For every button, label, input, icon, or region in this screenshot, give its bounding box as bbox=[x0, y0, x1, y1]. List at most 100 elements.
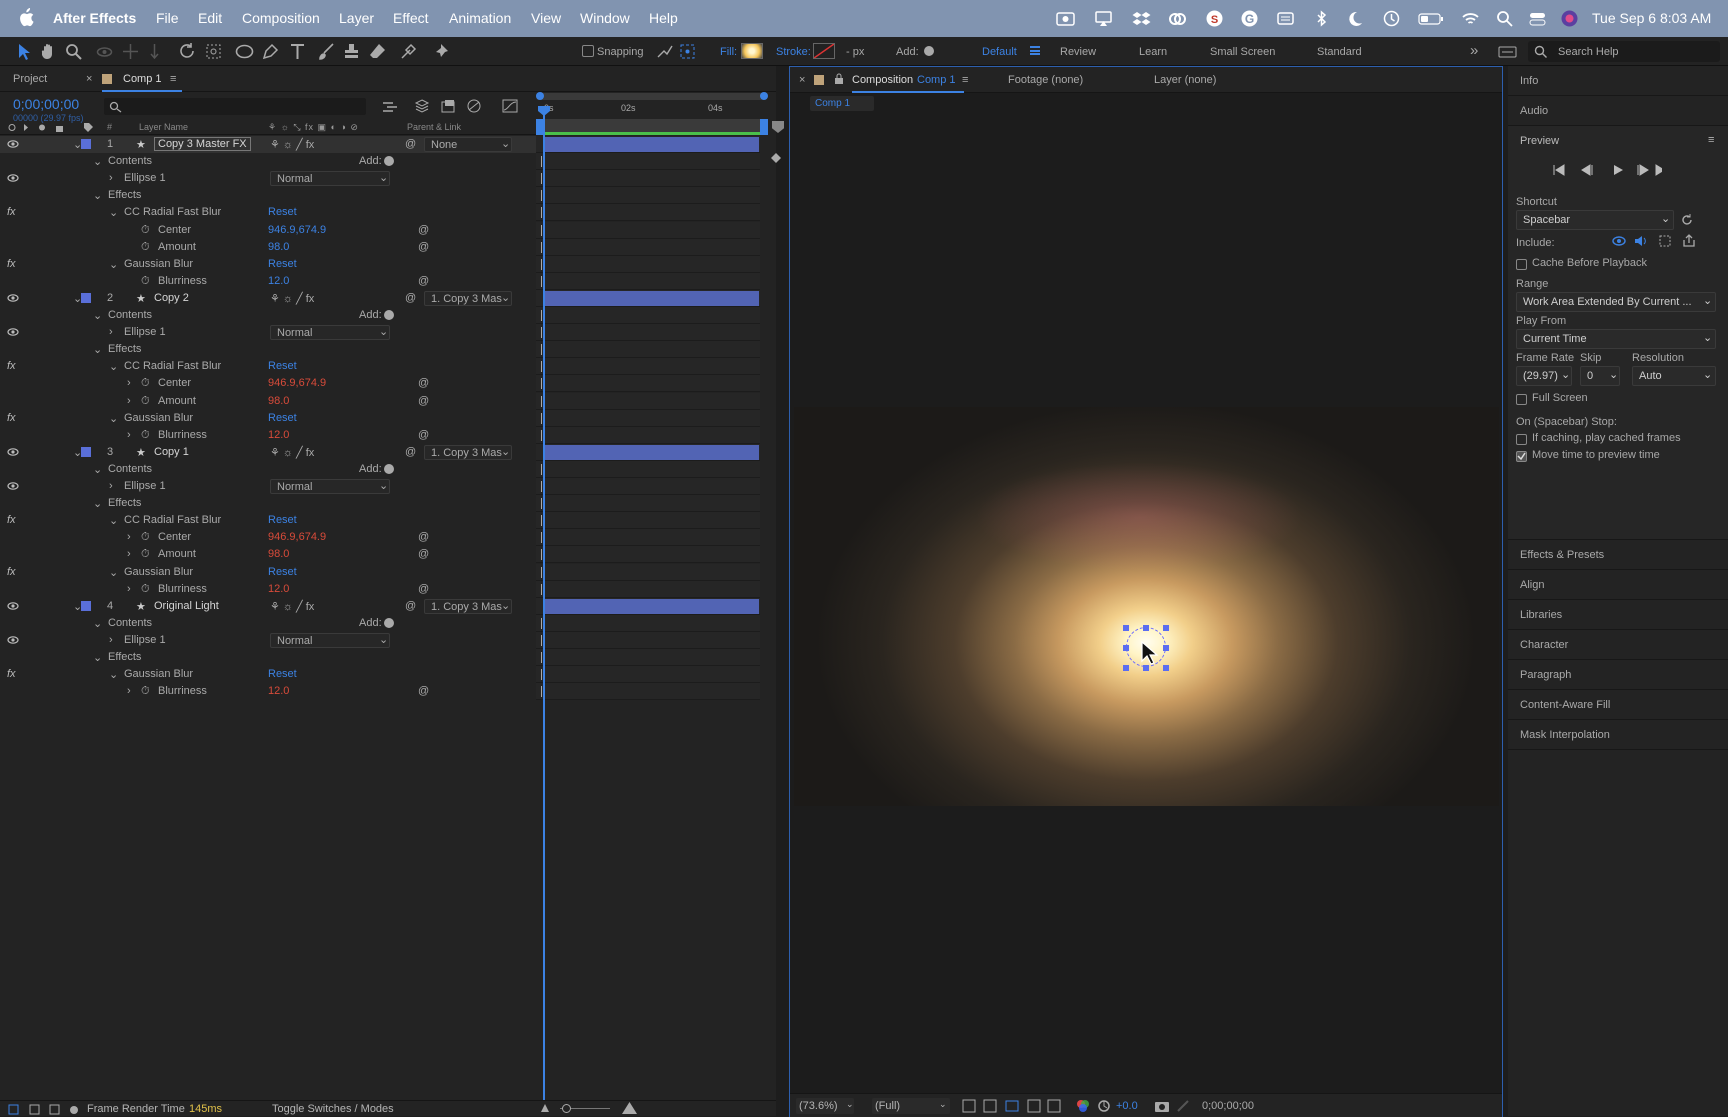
effect-reset-link[interactable]: Reset bbox=[268, 258, 297, 270]
stopwatch-icon[interactable]: ⏱ bbox=[141, 685, 150, 698]
layer-duration-bar[interactable] bbox=[544, 444, 759, 460]
brush-tool-icon[interactable] bbox=[317, 42, 336, 61]
export-icon[interactable] bbox=[1682, 234, 1696, 248]
tab-footage[interactable]: Footage (none) bbox=[1008, 74, 1083, 86]
parent-dropdown[interactable]: 1. Copy 3 Mas ⌄ bbox=[424, 290, 512, 306]
expression-pickwhip-icon[interactable]: @ bbox=[418, 395, 429, 407]
property-row[interactable]: › ⏱ Blurriness 12.0 @ bbox=[0, 683, 536, 700]
visibility-eye-icon[interactable] bbox=[7, 481, 19, 491]
layer-search-input[interactable] bbox=[104, 98, 366, 115]
layer-switches[interactable]: ⚘ ☼ ╱ fx bbox=[270, 600, 314, 613]
effect-name[interactable]: CC Radial Fast Blur bbox=[124, 514, 221, 526]
control-center-icon[interactable] bbox=[1528, 9, 1547, 28]
wifi-icon[interactable] bbox=[1461, 9, 1480, 28]
stroke-color-swatch[interactable] bbox=[813, 43, 835, 59]
expression-pickwhip-icon[interactable]: @ bbox=[418, 429, 429, 441]
menu-file[interactable]: File bbox=[156, 10, 179, 26]
layer-row[interactable]: ⌄ 1 ★ Copy 3 Master FX ⚘ ☼ ╱ fx @ None ⌄ bbox=[0, 136, 536, 153]
twirl-down-icon[interactable]: ⌄ bbox=[109, 668, 118, 681]
shortcut-dropdown[interactable]: Spacebar ⌄ bbox=[1516, 210, 1674, 230]
bluetooth-icon[interactable] bbox=[1312, 9, 1331, 28]
layer-duration-bar[interactable] bbox=[544, 290, 759, 306]
menu-view[interactable]: View bbox=[531, 10, 561, 26]
stopwatch-icon[interactable]: ⏱ bbox=[141, 224, 150, 237]
blend-mode-dropdown[interactable]: Normal ⌄ bbox=[270, 325, 390, 341]
stopwatch-icon[interactable]: ⏱ bbox=[141, 395, 150, 408]
keyboard-icon[interactable] bbox=[1276, 9, 1295, 28]
reset-shortcut-icon[interactable] bbox=[1680, 213, 1694, 227]
add-content-button[interactable] bbox=[384, 156, 394, 167]
blend-mode-dropdown[interactable]: Normal ⌄ bbox=[270, 479, 390, 494]
include-video-icon[interactable] bbox=[1612, 234, 1626, 248]
mask-interpolation-panel-header[interactable]: Mask Interpolation bbox=[1508, 720, 1728, 750]
layer-switches[interactable]: ⚘ ☼ ╱ fx bbox=[270, 292, 314, 305]
effect-reset-link[interactable]: Reset bbox=[268, 360, 297, 372]
time-machine-icon[interactable] bbox=[1382, 9, 1401, 28]
add-shape-button[interactable] bbox=[924, 46, 934, 56]
property-value[interactable]: 12.0 bbox=[268, 429, 289, 441]
stopwatch-icon[interactable]: ⏱ bbox=[141, 241, 150, 254]
property-row[interactable]: fx ⌄ Gaussian Blur Reset bbox=[0, 410, 536, 427]
menu-effect[interactable]: Effect bbox=[393, 10, 429, 26]
layer-name[interactable]: Original Light bbox=[154, 600, 219, 612]
expression-pickwhip-icon[interactable]: @ bbox=[418, 583, 429, 595]
twirl-right-icon[interactable]: › bbox=[127, 685, 131, 697]
twirl-down-icon[interactable]: ⌄ bbox=[93, 309, 102, 322]
graph-editor-icon[interactable] bbox=[502, 98, 518, 114]
twirl-down-icon[interactable]: ⌄ bbox=[109, 206, 118, 219]
parent-pickwhip-icon[interactable]: @ bbox=[405, 138, 416, 150]
shape-bezier-icon[interactable] bbox=[678, 42, 697, 61]
timeline-zoom-handle[interactable] bbox=[562, 1104, 571, 1113]
character-panel-header[interactable]: Character bbox=[1508, 630, 1728, 660]
property-row[interactable]: ⏱ Center 946.9,674.9 @ bbox=[0, 222, 536, 239]
parent-pickwhip-icon[interactable]: @ bbox=[405, 446, 416, 458]
effect-toggle-fx-icon[interactable]: fx bbox=[7, 514, 16, 526]
ellipse-group-name[interactable]: Ellipse 1 bbox=[124, 480, 166, 492]
tab-layer[interactable]: Layer (none) bbox=[1154, 74, 1216, 86]
panel-menu-icon[interactable]: ≡ bbox=[1708, 134, 1714, 146]
stroke-width-value[interactable]: - px bbox=[846, 46, 864, 58]
visibility-eye-icon[interactable] bbox=[7, 635, 19, 645]
effect-name[interactable]: Gaussian Blur bbox=[124, 566, 193, 578]
blend-mode-dropdown[interactable]: Normal ⌄ bbox=[270, 632, 390, 648]
property-row[interactable]: ⌄ Effects bbox=[0, 187, 536, 204]
layer-label-color[interactable] bbox=[81, 446, 91, 457]
effect-toggle-fx-icon[interactable]: fx bbox=[7, 668, 16, 680]
twirl-down-icon[interactable]: ⌄ bbox=[109, 258, 118, 271]
tab-comp-1[interactable]: Comp 1 bbox=[123, 73, 162, 85]
zoom-in-icon[interactable] bbox=[622, 1102, 637, 1114]
fast-previews-icon[interactable] bbox=[962, 1099, 976, 1113]
close-icon[interactable]: × bbox=[799, 74, 805, 86]
twirl-down-icon[interactable]: ⌄ bbox=[93, 155, 102, 168]
effect-reset-link[interactable]: Reset bbox=[268, 412, 297, 424]
property-row[interactable]: › ⏱ Center 946.9,674.9 @ bbox=[0, 529, 536, 546]
dolly-camera-icon[interactable] bbox=[145, 42, 164, 61]
twirl-down-icon[interactable]: ⌄ bbox=[93, 651, 102, 664]
property-row[interactable]: › Ellipse 1 Normal ⌄ bbox=[0, 478, 536, 495]
bounding-box-handle[interactable] bbox=[1163, 625, 1169, 631]
snapping-options-icon[interactable] bbox=[655, 42, 674, 61]
property-value[interactable]: 946.9,674.9 bbox=[268, 224, 326, 236]
magnification-dropdown[interactable]: (73.6%) ⌄ bbox=[796, 1098, 854, 1114]
visibility-eye-icon[interactable] bbox=[7, 293, 19, 303]
twirl-down-icon[interactable]: ⌄ bbox=[93, 463, 102, 476]
work-area-end-handle[interactable] bbox=[760, 92, 768, 100]
pen-tool-icon[interactable] bbox=[261, 42, 280, 61]
property-value[interactable]: 12.0 bbox=[268, 275, 289, 287]
visibility-eye-icon[interactable] bbox=[7, 173, 19, 183]
mask-visibility-icon[interactable] bbox=[1006, 1099, 1020, 1113]
app-name-menu[interactable]: After Effects bbox=[53, 10, 136, 26]
show-snapshot-icon[interactable] bbox=[1176, 1099, 1190, 1113]
range-end-handle[interactable] bbox=[760, 119, 768, 135]
effect-reset-link[interactable]: Reset bbox=[268, 514, 297, 526]
full-screen-checkbox[interactable] bbox=[1516, 394, 1527, 405]
menu-edit[interactable]: Edit bbox=[198, 10, 222, 26]
airplay-icon[interactable] bbox=[1094, 9, 1113, 28]
twirl-right-icon[interactable]: › bbox=[109, 634, 113, 646]
color-channels-icon[interactable] bbox=[1076, 1099, 1090, 1113]
expression-pickwhip-icon[interactable]: @ bbox=[418, 377, 429, 389]
resolution-dropdown[interactable]: (Full) ⌄ bbox=[872, 1098, 950, 1114]
visibility-eye-icon[interactable] bbox=[7, 601, 19, 611]
type-tool-icon[interactable] bbox=[288, 42, 307, 61]
expression-pickwhip-icon[interactable]: @ bbox=[418, 224, 429, 236]
